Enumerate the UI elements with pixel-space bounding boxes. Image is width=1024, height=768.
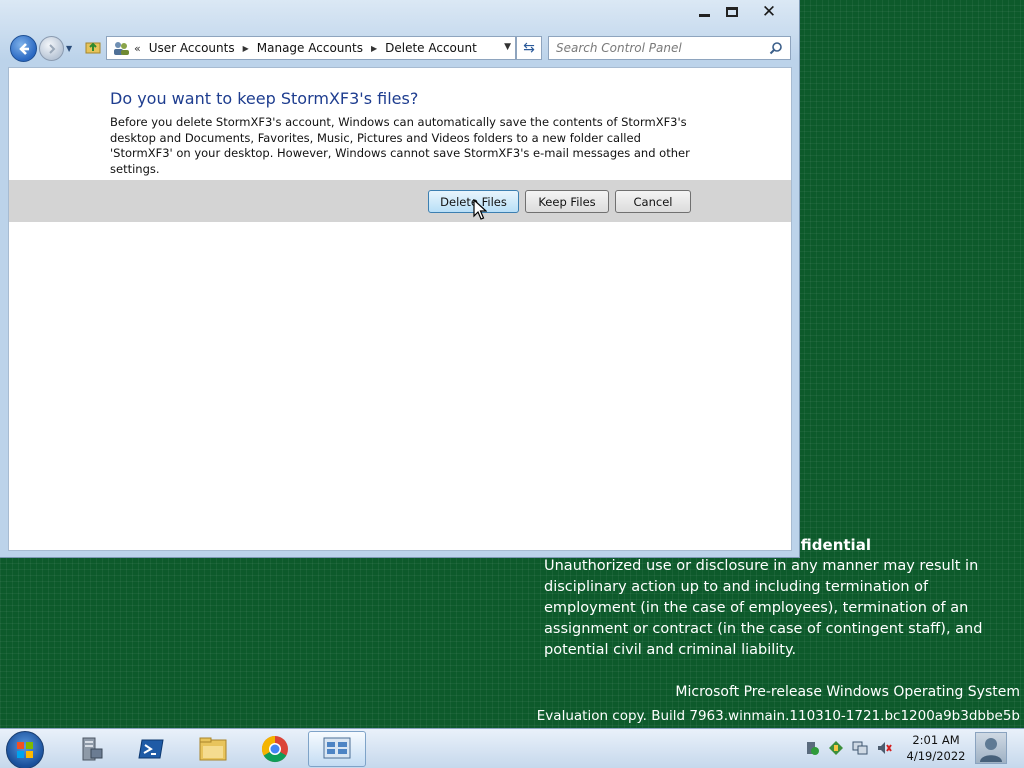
address-dropdown-icon[interactable]: ▼ — [504, 42, 511, 52]
cancel-button[interactable]: Cancel — [615, 190, 691, 213]
watermark-os-line: Microsoft Pre-release Windows Operating … — [675, 684, 1020, 700]
search-box[interactable] — [548, 36, 791, 60]
search-input[interactable] — [556, 41, 771, 55]
watermark-title: nfidential — [790, 536, 871, 554]
user-accounts-icon — [114, 42, 129, 55]
close-icon: ✕ — [761, 2, 777, 22]
watermark-build-line: Evaluation copy. Build 7963.winmain.1103… — [536, 708, 1020, 724]
breadcrumb-user-accounts[interactable]: User Accounts — [149, 41, 235, 55]
volume-muted-icon[interactable] — [876, 740, 892, 756]
powershell-icon — [138, 739, 164, 759]
windows-logo-icon — [17, 742, 33, 758]
minimize-button[interactable] — [691, 2, 717, 22]
content-pane: Do you want to keep StormXF3's files? Be… — [8, 67, 792, 551]
system-clock[interactable]: 2:01 AM 4/19/2022 — [900, 732, 972, 764]
breadcrumb-manage-accounts[interactable]: Manage Accounts — [257, 41, 363, 55]
clock-date: 4/19/2022 — [906, 749, 966, 763]
control-panel-icon — [323, 737, 351, 759]
breadcrumb-separator-icon[interactable]: ▶ — [371, 44, 377, 53]
chevron-down-icon: ▼ — [66, 44, 73, 53]
action-bar: Delete Files Keep Files Cancel — [9, 180, 791, 222]
maximize-button[interactable] — [719, 2, 745, 22]
keep-files-button[interactable]: Keep Files — [525, 190, 609, 213]
network-icon[interactable] — [852, 740, 868, 756]
page-title: Do you want to keep StormXF3's files? — [110, 89, 419, 108]
breadcrumb-separator-icon[interactable]: ▶ — [243, 44, 249, 53]
overflow-chevron-icon[interactable]: « — [134, 42, 141, 55]
address-bar[interactable]: « User Accounts ▶ Manage Accounts ▶ Dele… — [106, 36, 516, 60]
refresh-icon: ⇆ — [523, 40, 535, 56]
server-manager-icon — [82, 737, 103, 761]
show-desktop-avatar[interactable] — [975, 732, 1007, 764]
taskbar-powershell[interactable] — [122, 731, 180, 767]
folder-up-icon — [85, 42, 101, 54]
chrome-icon — [261, 735, 288, 763]
back-button[interactable] — [10, 35, 37, 62]
breadcrumb-delete-account[interactable]: Delete Account — [385, 41, 477, 55]
refresh-button[interactable]: ⇆ — [516, 36, 542, 60]
arrow-left-icon — [18, 42, 29, 55]
control-panel-window: ✕ ▼ « User Accounts ▶ Manage Accounts ▶ … — [0, 0, 800, 558]
watermark-body: Unauthorized use or disclosure in any ma… — [544, 558, 983, 658]
forward-button[interactable] — [39, 36, 64, 61]
action-center-icon[interactable] — [804, 740, 820, 756]
taskbar — [0, 728, 1024, 768]
close-button[interactable]: ✕ — [756, 2, 782, 22]
mouse-cursor-icon — [473, 199, 487, 220]
arrow-right-icon — [48, 43, 55, 54]
taskbar-file-explorer[interactable] — [184, 731, 242, 767]
update-icon[interactable] — [828, 740, 844, 756]
page-description: Before you delete StormXF3's account, Wi… — [110, 115, 690, 176]
taskbar-server-manager[interactable] — [62, 731, 120, 767]
user-avatar-icon — [980, 738, 1002, 762]
minimize-icon — [698, 13, 710, 17]
taskbar-chrome[interactable] — [246, 731, 304, 767]
recent-pages-dropdown[interactable]: ▼ — [66, 44, 72, 53]
clock-time: 2:01 AM — [912, 733, 960, 747]
search-icon[interactable] — [769, 41, 783, 55]
maximize-icon — [726, 7, 738, 17]
start-button[interactable] — [6, 731, 44, 768]
up-button[interactable] — [84, 38, 102, 56]
taskbar-control-panel[interactable] — [308, 731, 366, 767]
file-explorer-icon — [199, 737, 227, 761]
